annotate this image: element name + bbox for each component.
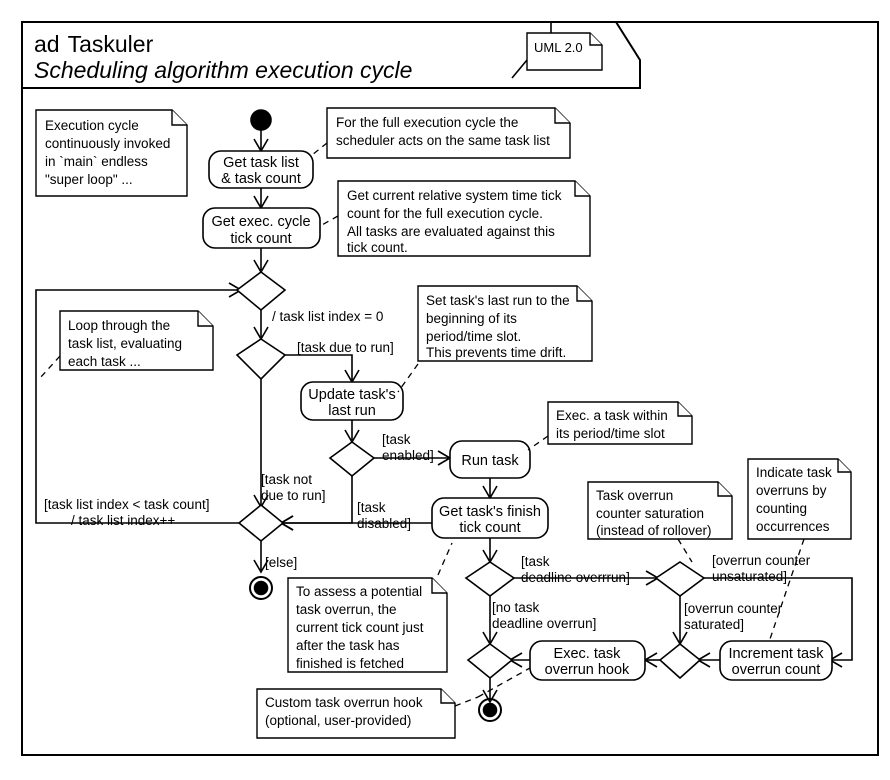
note-same-task-list-line1: For the full execution cycle the [336,115,518,130]
note-custom-hook-line2: (optional, user-provided) [265,713,411,728]
guard-counter-unsaturated-line2: unsaturated] [712,569,787,584]
diagram-canvas: ad Taskuler Scheduling algorithm executio… [21,21,879,756]
decision-overrun-counter-saturation [654,561,706,597]
action-get-exec-cycle-line1: Get exec. cycle [211,214,310,230]
activity-final-node-left [249,576,273,600]
guard-counter-saturated-line2: saturated] [684,617,744,632]
action-increment-overrun-line2: overrun count [732,662,821,678]
decision-task-deadline-overrun [464,561,516,597]
note-exec-cycle-line2: continuously invoked [45,136,170,151]
guard-task-due-to-run: [task due to run] [297,340,394,355]
action-run-task-label: Run task [461,453,519,469]
action-get-task-list[interactable]: Get task list & task count [208,150,314,189]
action-run-task[interactable]: Run task [449,440,531,479]
guard-no-deadline-overrun-line1: [no task [492,600,540,615]
note-assess-overrun-line5: finished is fetched [296,656,404,671]
action-get-task-finish-tick-count[interactable]: Get task's finish tick count [431,497,549,539]
note-loop-through-task-list: Loop through the task list, evaluating e… [39,310,214,379]
guard-task-list-index-init: / task list index = 0 [272,309,383,324]
action-get-finish-tick-line1: Get task's finish [439,504,541,520]
guard-counter-saturated-line1: [overrun counter [684,601,783,616]
note-exec-within-slot-line1: Exec. a task within [556,408,668,423]
guard-task-not-due-line1: [task not [261,472,312,487]
note-set-last-run-line2: beginning of its [426,311,517,326]
guard-loop-back-line1: [task list index < task count] [44,497,209,512]
guard-loop-back-line2: / task list index++ [71,513,175,528]
note-exec-cycle-line1: Execution cycle [45,118,139,133]
initial-node [250,109,272,131]
guard-counter-unsaturated-line1: [overrun counter [712,553,811,568]
action-exec-overrun-hook-line1: Exec. task [554,646,622,662]
guard-deadline-overrun-line1: [task [521,554,550,569]
note-relative-tick-line4: tick count. [347,240,408,255]
action-get-task-list-line1: Get task list [223,155,299,171]
note-custom-hook-line1: Custom task overrun hook [265,695,423,710]
note-counter-saturation-line3: (instead of rollover) [596,523,712,538]
merge-node-loop-tail [237,503,285,543]
guard-task-disabled-line1: [task [357,500,386,515]
guard-task-disabled-line2: disabled] [357,516,411,531]
action-get-exec-cycle-line2: tick count [230,231,291,247]
action-update-last-run-line2: last run [328,403,376,419]
action-exec-overrun-hook-line2: overrun hook [545,662,630,678]
decision-task-due-to-run [235,338,287,381]
action-update-last-run-line1: Update task's [308,387,395,403]
note-set-last-run-line3: period/time slot. [426,329,521,344]
guard-deadline-overrun-line2: deadline overrrun] [521,570,630,585]
frame-subtitle: Scheduling algorithm execution cycle [34,57,412,83]
note-indicate-overruns-line1: Indicate task [756,465,832,480]
action-update-task-last-run[interactable]: Update task's last run [300,381,404,421]
note-assess-overrun-line2: task overrun, the [296,602,397,617]
uml-activity-diagram: ad Taskuler Scheduling algorithm executio… [0,0,890,780]
note-assess-overrun-line3: current tick count just [296,620,424,635]
note-indicate-overruns-line4: occurrences [756,519,830,534]
note-relative-tick-line1: Get current relative system time tick [347,188,562,203]
decision-task-enabled [328,441,376,478]
note-indicate-overruns-line3: counting [756,501,807,516]
note-counter-saturation-line2: counter saturation [596,506,704,521]
note-same-task-list-line2: scheduler acts on the same task list [336,133,550,148]
action-get-task-list-line2: & task count [221,171,301,187]
note-relative-tick-line3: All tasks are evaluated against this [347,224,555,239]
guard-no-deadline-overrun-line2: deadline overrun] [492,616,596,631]
note-set-last-run-line4: This prevents time drift. [426,345,566,360]
guard-task-enabled-line2: enabled] [382,448,434,463]
note-loop-through-line2: task list, evaluating [68,336,182,351]
note-loop-through-line3: each task ... [68,354,141,369]
frame-kind-and-name: ad Taskuler [34,31,154,57]
note-same-task-list: For the full execution cycle the schedul… [311,107,571,159]
action-get-exec-cycle-tick-count[interactable]: Get exec. cycle tick count [202,207,321,249]
standard-tag-label: UML 2.0 [534,40,583,55]
merge-node-loop-entry [235,271,287,312]
note-set-last-run-line1: Set task's last run to the [426,293,570,308]
note-assess-overrun-line4: after the task has [296,638,400,653]
note-exec-within-slot: Exec. a task within its period/time slot [527,401,693,451]
merge-node-before-overrun-hook [658,642,702,680]
note-counter-saturation: Task overrun counter saturation (instead… [587,481,733,563]
note-counter-saturation-line1: Task overrun [596,488,673,503]
merge-node-overrun-exit [466,643,514,680]
note-set-last-run: Set task's last run to the beginning of … [397,285,593,393]
action-increment-task-overrun-count[interactable]: Increment task overrun count [719,640,833,681]
note-assess-overrun: To assess a potential task overrun, the … [287,542,453,673]
note-assess-overrun-line1: To assess a potential [296,584,422,599]
standard-tag-note: UML 2.0 [511,22,603,79]
action-increment-overrun-line1: Increment task [728,646,824,662]
guard-task-enabled-line1: [task [382,432,411,447]
note-relative-tick-count: Get current relative system time tick co… [319,180,591,257]
guard-else: [else] [265,555,297,570]
note-relative-tick-line2: count for the full execution cycle. [347,206,543,221]
note-exec-within-slot-line2: its period/time slot [556,426,665,441]
action-exec-task-overrun-hook[interactable]: Exec. task overrun hook [529,640,646,681]
note-loop-through-line1: Loop through the [68,318,170,333]
action-get-finish-tick-line2: tick count [459,520,520,536]
note-exec-cycle-line4: "super loop" ... [45,172,133,187]
note-indicate-overruns-line2: overruns by [756,483,827,498]
note-exec-cycle-line3: in `main` endless [45,154,148,169]
guard-task-not-due-line2: due to run] [261,488,326,503]
note-execution-cycle-loop: Execution cycle continuously invoked in … [35,109,188,197]
